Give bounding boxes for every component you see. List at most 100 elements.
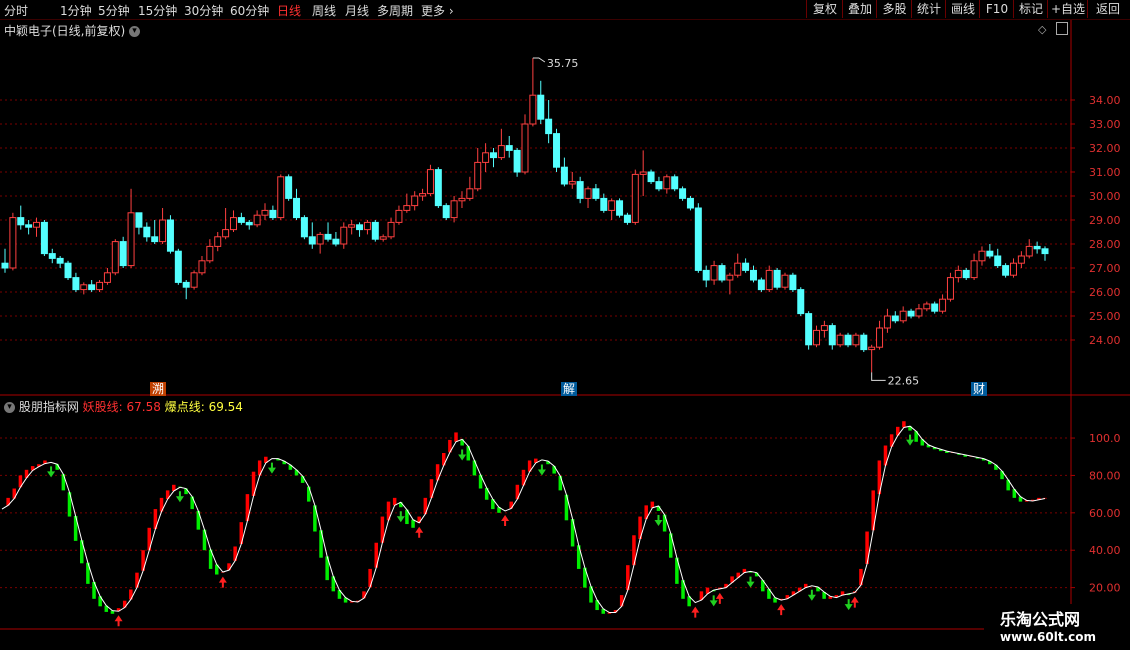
- candle-body[interactable]: [749, 269, 757, 281]
- candle-body[interactable]: [308, 236, 316, 245]
- candle-body[interactable]: [671, 176, 679, 190]
- period-tab-active[interactable]: 日线: [277, 2, 301, 19]
- candle-body[interactable]: [1017, 255, 1025, 264]
- candle-body[interactable]: [553, 133, 561, 168]
- candle-body[interactable]: [734, 262, 742, 276]
- candlestick-chart[interactable]: 35.75 22.65: [1, 57, 1049, 387]
- candle-body[interactable]: [946, 277, 954, 300]
- indicator-line[interactable]: [1, 425, 1046, 614]
- candle-body[interactable]: [513, 149, 521, 173]
- candle-body[interactable]: [584, 188, 592, 199]
- candle-body[interactable]: [96, 281, 104, 291]
- candle-body[interactable]: [545, 118, 553, 135]
- candle-body[interactable]: [206, 245, 214, 262]
- period-tab[interactable]: 周线: [312, 2, 336, 19]
- chart-canvas[interactable]: 35.75 22.65 34.00 33.00 32.00 31.00 30.00 29.0…: [0, 20, 1130, 630]
- candle-body[interactable]: [450, 200, 458, 219]
- candle-body[interactable]: [103, 272, 111, 283]
- candle-body[interactable]: [182, 281, 190, 288]
- candle-body[interactable]: [395, 209, 403, 223]
- candle-body[interactable]: [962, 269, 970, 279]
- candle-body[interactable]: [17, 217, 25, 226]
- candle-body[interactable]: [537, 94, 545, 120]
- candle-body[interactable]: [726, 274, 734, 281]
- candle-body[interactable]: [174, 250, 182, 283]
- candle-body[interactable]: [876, 327, 884, 348]
- period-tab[interactable]: 5分钟: [98, 2, 130, 19]
- period-tab[interactable]: 15分钟: [138, 2, 177, 19]
- candle-body[interactable]: [190, 272, 198, 288]
- candle-body[interactable]: [434, 169, 442, 207]
- candle-body[interactable]: [269, 209, 277, 219]
- candle-body[interactable]: [253, 214, 261, 226]
- candle-body[interactable]: [332, 238, 340, 245]
- candle-body[interactable]: [293, 197, 301, 219]
- candle-body[interactable]: [891, 315, 899, 322]
- candle-body[interactable]: [489, 152, 497, 159]
- candle-body[interactable]: [1002, 265, 1010, 276]
- candle-body[interactable]: [560, 166, 568, 185]
- candle-body[interactable]: [419, 193, 427, 197]
- candle-body[interactable]: [931, 303, 939, 312]
- candle-body[interactable]: [1033, 245, 1041, 250]
- period-tab[interactable]: 60分钟: [230, 2, 269, 19]
- candle-body[interactable]: [442, 205, 450, 219]
- candle-body[interactable]: [166, 219, 174, 252]
- candle-body[interactable]: [482, 152, 490, 163]
- candle-body[interactable]: [600, 197, 608, 211]
- period-tab[interactable]: 30分钟: [184, 2, 223, 19]
- candle-body[interactable]: [828, 325, 836, 346]
- candle-body[interactable]: [411, 195, 419, 207]
- candle-body[interactable]: [718, 265, 726, 281]
- overlay-button[interactable]: 叠加: [842, 0, 877, 18]
- candle-body[interactable]: [883, 315, 891, 329]
- candle-body[interactable]: [64, 262, 72, 279]
- candle-body[interactable]: [805, 313, 813, 346]
- candle-body[interactable]: [576, 181, 584, 199]
- candle-body[interactable]: [340, 226, 348, 245]
- candle-body[interactable]: [229, 217, 237, 231]
- candle-body[interactable]: [198, 260, 206, 274]
- candle-body[interactable]: [915, 308, 923, 317]
- candle-body[interactable]: [9, 217, 17, 269]
- candle-body[interactable]: [647, 171, 655, 183]
- candle-body[interactable]: [592, 188, 600, 199]
- candle-body[interactable]: [72, 277, 80, 291]
- candle-body[interactable]: [285, 176, 293, 199]
- candle-body[interactable]: [222, 229, 230, 238]
- chevron-down-icon[interactable]: ▾: [4, 402, 15, 413]
- candle-body[interactable]: [88, 284, 96, 291]
- period-tab[interactable]: 多周期: [377, 2, 413, 19]
- back-button[interactable]: 返回: [1087, 0, 1128, 18]
- candle-body[interactable]: [214, 236, 222, 247]
- candle-body[interactable]: [742, 262, 750, 271]
- candle-body[interactable]: [954, 269, 962, 279]
- candle-body[interactable]: [568, 181, 576, 185]
- candle-body[interactable]: [608, 200, 616, 211]
- candle-body[interactable]: [702, 269, 710, 281]
- candle-body[interactable]: [80, 284, 88, 291]
- candle-body[interactable]: [505, 145, 513, 151]
- add-watchlist-button[interactable]: +自选: [1047, 0, 1088, 18]
- candle-body[interactable]: [907, 310, 915, 317]
- candle-body[interactable]: [1025, 245, 1033, 257]
- candle-body[interactable]: [623, 214, 631, 223]
- panel-toggle-icon[interactable]: [1056, 22, 1068, 35]
- candle-body[interactable]: [119, 241, 127, 267]
- candle-body[interactable]: [135, 212, 143, 228]
- candle-body[interactable]: [844, 334, 852, 346]
- mark-button[interactable]: 标记: [1013, 0, 1048, 18]
- candle-body[interactable]: [56, 257, 64, 264]
- candle-body[interactable]: [765, 269, 773, 291]
- candle-body[interactable]: [237, 217, 245, 223]
- candle-body[interactable]: [143, 226, 151, 238]
- candle-body[interactable]: [710, 265, 718, 281]
- candle-body[interactable]: [994, 255, 1002, 267]
- candle-body[interactable]: [694, 207, 702, 271]
- candle-body[interactable]: [836, 334, 844, 346]
- candle-body[interactable]: [324, 233, 332, 240]
- candle-body[interactable]: [1, 262, 9, 269]
- candle-body[interactable]: [970, 260, 978, 279]
- candle-body[interactable]: [379, 236, 387, 240]
- candle-body[interactable]: [686, 197, 694, 209]
